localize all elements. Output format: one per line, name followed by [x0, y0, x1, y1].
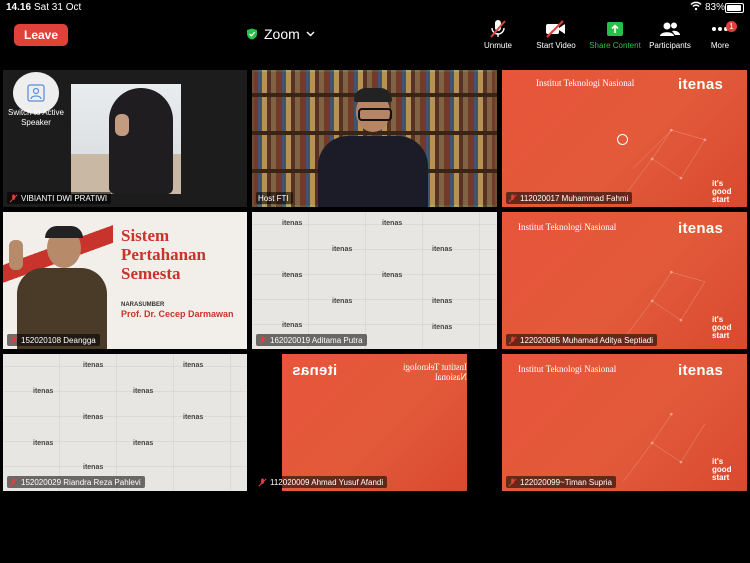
pattern-logo: itenas [282, 272, 303, 279]
pattern-logo: itenas [133, 440, 154, 447]
participant-name-tag: 162020019 Aditama Putra [256, 334, 367, 346]
status-bar: 14.16 Sat 31 Oct 83% [0, 0, 750, 14]
participant-video [312, 88, 432, 207]
share-icon [607, 22, 623, 36]
pattern-logo: itenas [332, 246, 353, 253]
participant-name-tag: 122020099~Timan Supria [506, 476, 616, 488]
switch-speaker-label: Switch to Active Speaker [7, 108, 65, 127]
pattern-logo: itenas [83, 464, 104, 471]
itenas-logo: itenas [678, 76, 724, 93]
pattern-logo: itenas [183, 414, 204, 421]
app-title: Zoom [264, 26, 300, 42]
mic-muted-icon [258, 477, 267, 486]
pattern-logo: itenas [33, 388, 54, 395]
participant-name-tag: 122020085 Muhamad Aditya Septiadi [506, 334, 657, 346]
leave-button[interactable]: Leave [14, 24, 68, 46]
tagline: it's good start [712, 315, 732, 340]
start-video-button[interactable]: Start Video [526, 19, 586, 55]
wifi-icon [690, 1, 702, 11]
pattern-logo: itenas [83, 414, 104, 421]
meeting-toolbar: Leave Zoom Unmute Start Video Share Cont… [0, 14, 750, 58]
mic-muted-icon [258, 335, 267, 344]
speaker-photo [7, 222, 107, 349]
institut-text: Institut Teknologi Nasional [518, 364, 617, 374]
poster-speaker: Prof. Dr. Cecep Darmawan [121, 309, 234, 319]
pattern-logo: itenas [33, 440, 54, 447]
video-tile-riandra[interactable]: itenas itenas itenas itenas itenas itena… [3, 354, 247, 491]
pattern-logo: itenas [183, 362, 204, 369]
video-tile-vibianti[interactable]: Switch to Active Speaker VIBIANTI DWI PR… [3, 70, 247, 207]
participant-name-tag: 152020029 Riandra Reza Pahlevi [7, 476, 145, 488]
poster-title: Sistem Pertahanan Semesta [121, 226, 206, 283]
battery-icon [725, 3, 744, 13]
mirrored-background: itenas Institut Teknologi Nasional [282, 354, 467, 491]
video-tile-muhamad-aditya[interactable]: Institut Teknologi Nasional itenas it's … [502, 212, 747, 349]
pattern-background [3, 354, 247, 491]
mic-muted-icon [508, 193, 517, 202]
poster-narasumber: NARASUMBER [121, 302, 165, 308]
chevron-down-icon [306, 31, 315, 37]
pattern-logo: itenas [282, 220, 303, 227]
video-tile-host[interactable]: Host FTI [252, 70, 497, 207]
notification-badge: 1 [726, 21, 737, 32]
tagline: it's good start [712, 457, 732, 482]
participant-name-tag: VIBIANTI DWI PRATIWI [7, 192, 112, 204]
participant-video [71, 84, 181, 194]
video-off-icon [546, 20, 565, 38]
itenas-logo: itenas [292, 362, 338, 379]
mic-muted-icon [490, 20, 506, 38]
video-tile-muhammad-fahmi[interactable]: Institut Teknologi Nasional itenas it's … [502, 70, 747, 207]
pattern-logo: itenas [83, 362, 104, 369]
pattern-logo: itenas [332, 298, 353, 305]
share-content-button[interactable]: Share Content [585, 19, 645, 55]
pattern-logo: itenas [432, 324, 453, 331]
participants-icon [660, 22, 680, 36]
video-tile-aditama-putra[interactable]: itenas itenas itenas itenas itenas itena… [252, 212, 497, 349]
video-tile-timan-supria[interactable]: Institut Teknologi Nasional itenas it's … [502, 354, 747, 491]
institut-text: Institut Teknologi Nasional [518, 222, 617, 232]
itenas-logo: itenas [678, 220, 724, 237]
itenas-logo: itenas [678, 362, 724, 379]
mic-muted-icon [508, 477, 517, 486]
video-tile-ahmad-yusuf[interactable]: itenas Institut Teknologi Nasional 11202… [252, 354, 497, 491]
speaker-view-icon [27, 84, 45, 102]
unmute-button[interactable]: Unmute [468, 19, 528, 55]
pattern-logo: itenas [432, 246, 453, 253]
participant-name-tag: Host FTI [256, 192, 293, 204]
shield-icon [247, 28, 257, 40]
mic-muted-icon [508, 335, 517, 344]
pattern-logo: itenas [432, 298, 453, 305]
more-button[interactable]: More 1 [690, 19, 750, 55]
tagline: it's good start [712, 179, 732, 204]
pattern-logo: itenas [382, 272, 403, 279]
status-date: Sat 31 Oct [34, 2, 82, 13]
participant-name-tag: 112020017 Muhammad Fahmi [506, 192, 633, 204]
participant-name-tag: 152020108 Deangga [7, 334, 100, 346]
participant-name-tag: 112020009 Ahmad Yusuf Afandi [256, 476, 388, 488]
pattern-logo: itenas [382, 220, 403, 227]
pattern-logo: itenas [282, 322, 303, 329]
meeting-title[interactable]: Zoom [246, 24, 315, 44]
battery-percent: 83% [705, 2, 726, 13]
video-tile-deangga[interactable]: Sistem Pertahanan Semesta NARASUMBER Pro… [3, 212, 247, 349]
pattern-logo: itenas [133, 388, 154, 395]
mic-muted-icon [9, 335, 18, 344]
institut-text: Institut Teknologi Nasional [403, 362, 467, 382]
cursor-indicator [617, 134, 628, 145]
mic-muted-icon [9, 477, 18, 486]
institut-text: Institut Teknologi Nasional [536, 78, 635, 88]
status-time: 14.16 [6, 2, 32, 13]
mic-muted-icon [9, 193, 18, 202]
